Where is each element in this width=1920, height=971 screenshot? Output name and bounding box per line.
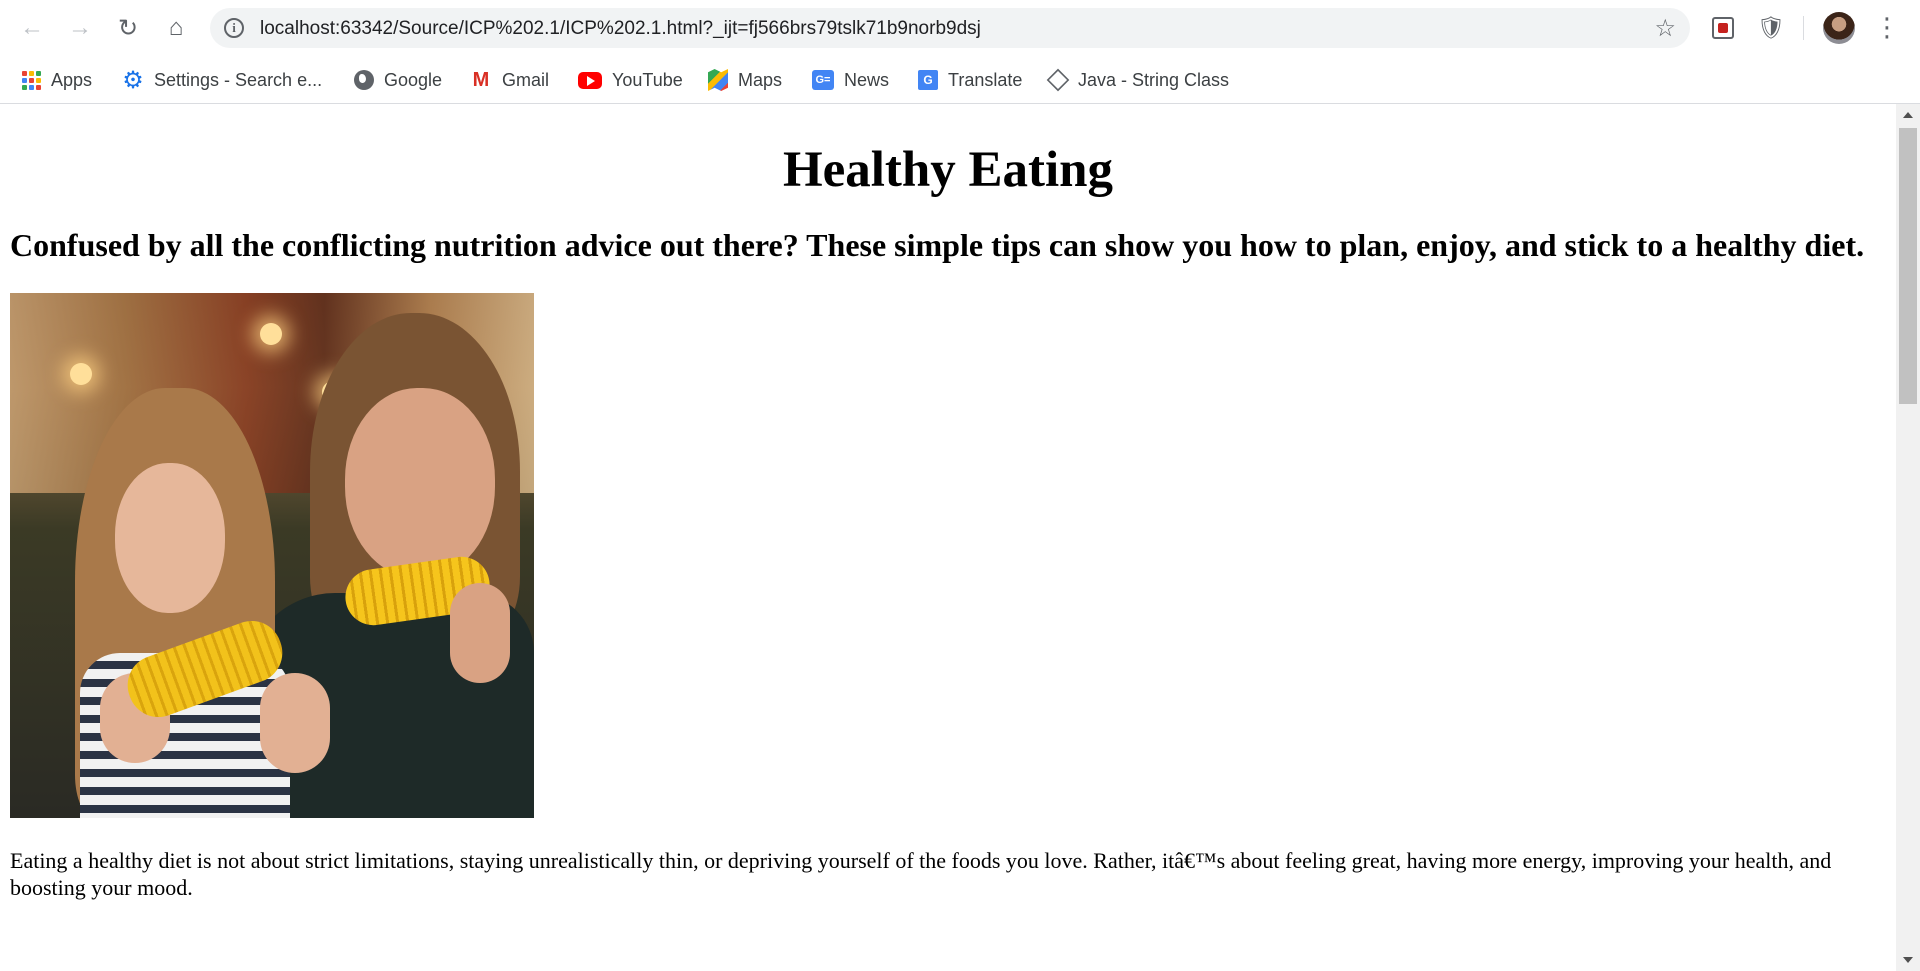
toolbar-divider xyxy=(1803,16,1804,40)
menu-dots-icon[interactable]: ⋮ xyxy=(1874,12,1900,42)
bookmark-youtube[interactable]: YouTube xyxy=(578,66,683,94)
scroll-thumb[interactable] xyxy=(1899,128,1917,404)
bookmark-settings[interactable]: ⚙ Settings - Search e... xyxy=(122,66,322,94)
forward-arrow-icon[interactable]: → xyxy=(62,10,98,46)
bookmark-label: Maps xyxy=(738,69,783,90)
vertical-scrollbar[interactable] xyxy=(1896,104,1920,971)
bookmark-label: Settings - Search e... xyxy=(154,69,323,90)
browser-toolbar: ← → ↻ ⌂ i localhost:63342/Source/ICP%202… xyxy=(0,0,1920,56)
site-info-icon[interactable]: i xyxy=(224,18,244,38)
page-subtitle: Confused by all the conflicting nutritio… xyxy=(10,227,1865,263)
bookmarks-bar: Apps ⚙ Settings - Search e... Google M G… xyxy=(0,56,1920,104)
shield-icon[interactable]: 🛡 xyxy=(1757,15,1785,41)
youtube-icon xyxy=(578,71,602,89)
bookmark-label: Java - String Class xyxy=(1078,69,1230,90)
hero-image-family-eating-corn xyxy=(10,293,534,818)
bookmark-news[interactable]: G= News xyxy=(812,66,889,94)
bookmark-gmail[interactable]: M Gmail xyxy=(470,66,549,94)
bookmark-label: YouTube xyxy=(612,69,683,90)
image-hand xyxy=(450,583,510,683)
scroll-up-arrow-icon[interactable] xyxy=(1903,112,1913,118)
bookmark-label: Google xyxy=(384,69,443,90)
translate-icon: G xyxy=(918,70,938,90)
bookmark-label: Gmail xyxy=(502,69,550,90)
image-woman-face xyxy=(345,388,495,578)
bookmark-label: Apps xyxy=(51,69,93,90)
maps-icon xyxy=(708,69,728,91)
globe-icon xyxy=(354,70,374,90)
bookmark-google[interactable]: Google xyxy=(354,66,442,94)
profile-avatar[interactable] xyxy=(1823,12,1855,44)
gmail-icon: M xyxy=(472,68,490,91)
bookmark-translate[interactable]: G Translate xyxy=(918,66,1022,94)
back-arrow-icon[interactable]: ← xyxy=(14,10,50,46)
page-title: Healthy Eating xyxy=(782,142,1114,198)
intro-paragraph: Eating a healthy diet is not about stric… xyxy=(10,848,1832,900)
bookmark-label: Translate xyxy=(948,69,1023,90)
gear-icon: ⚙ xyxy=(122,66,144,94)
image-light xyxy=(260,323,282,345)
news-icon: G= xyxy=(812,70,834,90)
bookmark-maps[interactable]: Maps xyxy=(708,66,782,94)
bookmark-java-string-class[interactable]: Java - String Class xyxy=(1046,66,1230,94)
address-url[interactable]: localhost:63342/Source/ICP%202.1/ICP%202… xyxy=(260,18,981,40)
bookmark-label: News xyxy=(844,69,890,90)
bookmark-star-icon[interactable]: ☆ xyxy=(1654,14,1676,43)
page-content: Healthy Eating Confused by all the confl… xyxy=(0,140,1896,901)
java-diamond-icon xyxy=(1046,68,1070,92)
scroll-down-arrow-icon[interactable] xyxy=(1903,957,1913,963)
bookmark-apps[interactable]: Apps xyxy=(22,66,92,94)
address-bar[interactable]: i localhost:63342/Source/ICP%202.1/ICP%2… xyxy=(210,8,1690,48)
image-light xyxy=(70,363,92,385)
home-icon[interactable]: ⌂ xyxy=(158,10,194,46)
image-girl-face xyxy=(115,463,225,613)
mcafee-icon[interactable] xyxy=(1712,17,1734,39)
page-viewport: Healthy Eating Confused by all the confl… xyxy=(0,104,1896,971)
image-hand xyxy=(260,673,330,773)
apps-grid-icon xyxy=(22,70,41,90)
reload-icon[interactable]: ↻ xyxy=(110,10,146,46)
